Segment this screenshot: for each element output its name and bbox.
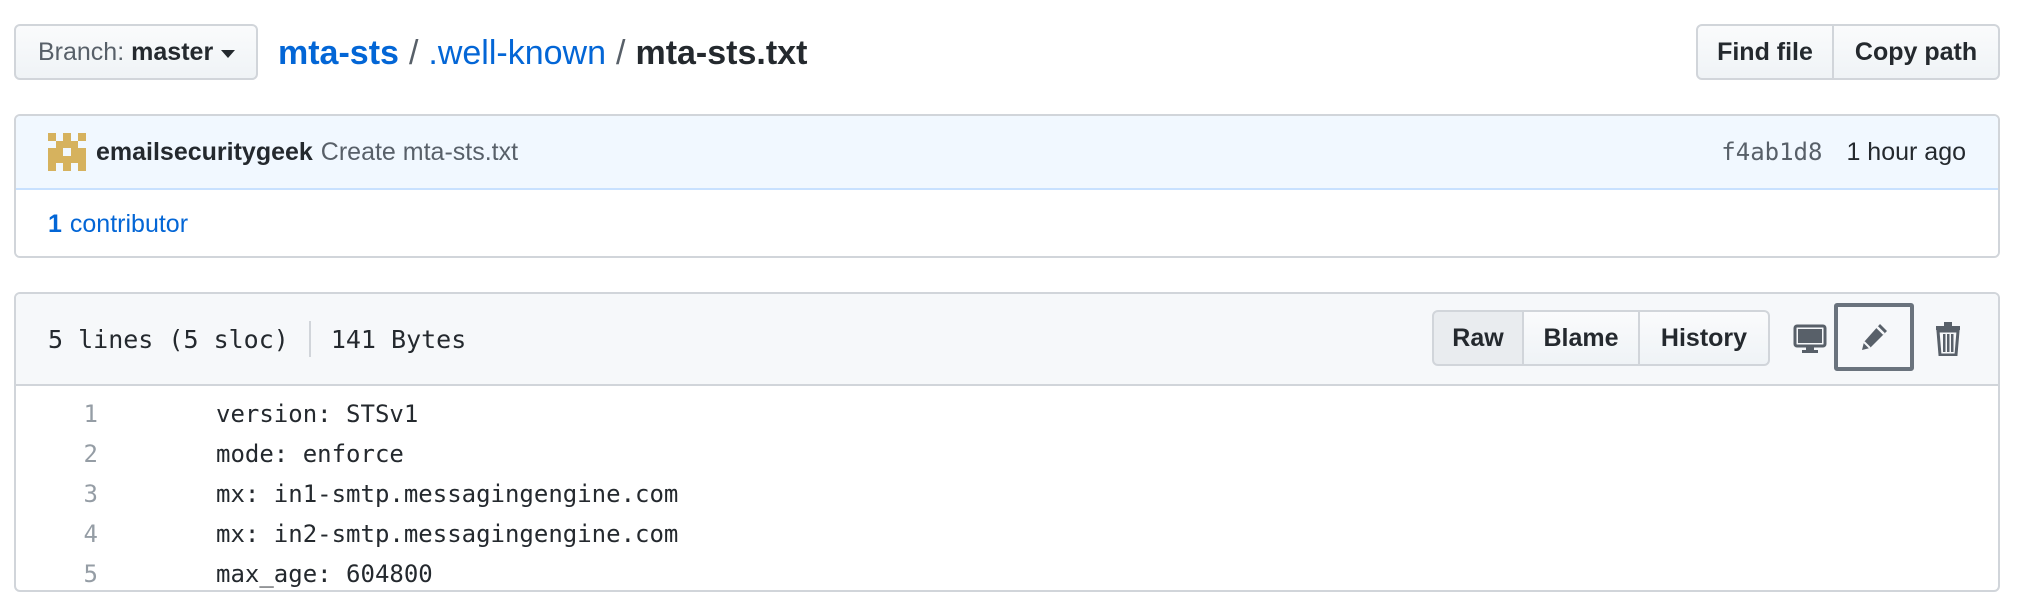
- line-content: mx: in2-smtp.messagingengine.com: [216, 520, 679, 548]
- commit-author-link[interactable]: emailsecuritygeek: [96, 138, 313, 167]
- contributors-label: contributor: [69, 209, 189, 238]
- branch-name: master: [131, 37, 214, 66]
- line-content: mode: enforce: [216, 440, 404, 468]
- commit-header: emailsecuritygeek Create mta-sts.txt f4a…: [16, 116, 1998, 190]
- code-line: 1 version: STSv1: [16, 394, 1998, 434]
- line-content: version: STSv1: [216, 400, 419, 428]
- code-line: 2 mode: enforce: [16, 434, 1998, 474]
- history-button[interactable]: History: [1640, 310, 1770, 366]
- file-lines-info: 5 lines (5 sloc): [48, 324, 289, 354]
- breadcrumb-dir-link[interactable]: .well-known: [428, 34, 606, 73]
- file-header: 5 lines (5 sloc) 141 Bytes Raw Blame His…: [16, 294, 1998, 386]
- contributors-link[interactable]: 1 contributor: [16, 190, 1998, 256]
- breadcrumb-separator: /: [616, 33, 626, 72]
- raw-button[interactable]: Raw: [1432, 310, 1524, 366]
- contributors-count: 1: [48, 209, 62, 238]
- line-content: max_age: 604800: [216, 560, 433, 588]
- file-size: 141 Bytes: [330, 324, 467, 354]
- file-nav-button-group: Find file Copy path: [1696, 24, 2000, 80]
- commit-sha-link[interactable]: f4ab1d8: [1721, 138, 1822, 166]
- file-info-divider: [308, 321, 311, 357]
- breadcrumb-file-name: mta-sts.txt: [635, 33, 808, 72]
- commit-info-box: emailsecuritygeek Create mta-sts.txt f4a…: [14, 114, 2000, 258]
- avatar[interactable]: [48, 133, 86, 171]
- line-content: mx: in1-smtp.messagingengine.com: [216, 480, 679, 508]
- line-number[interactable]: 4: [16, 520, 98, 548]
- file-info: 5 lines (5 sloc) 141 Bytes: [48, 294, 466, 384]
- code-line: 3 mx: in1-smtp.messagingengine.com: [16, 474, 1998, 514]
- desktop-icon[interactable]: [1788, 314, 1832, 364]
- pencil-icon[interactable]: [1834, 303, 1914, 371]
- line-number[interactable]: 5: [16, 560, 98, 588]
- line-number[interactable]: 3: [16, 480, 98, 508]
- trash-icon[interactable]: [1926, 314, 1970, 364]
- branch-prefix: Branch:: [38, 37, 125, 66]
- caret-down-icon: [221, 49, 236, 58]
- line-number[interactable]: 2: [16, 440, 98, 468]
- breadcrumb-repo-link[interactable]: mta-sts: [278, 34, 399, 73]
- line-number[interactable]: 1: [16, 400, 98, 428]
- find-file-button[interactable]: Find file: [1696, 24, 1834, 80]
- breadcrumb: mta-sts / .well-known / mta-sts.txt: [278, 26, 807, 80]
- commit-meta: f4ab1d8 1 hour ago: [1721, 138, 1966, 167]
- file-actions-button-group: Raw Blame History: [1432, 310, 1770, 366]
- breadcrumb-separator: /: [408, 33, 419, 72]
- file-view-box: 5 lines (5 sloc) 141 Bytes Raw Blame His…: [14, 292, 2000, 592]
- branch-select-button[interactable]: Branch: master: [14, 24, 258, 80]
- copy-path-button[interactable]: Copy path: [1834, 24, 2000, 80]
- commit-message-link[interactable]: Create mta-sts.txt: [321, 138, 518, 167]
- blame-button[interactable]: Blame: [1524, 310, 1640, 366]
- commit-time: 1 hour ago: [1846, 137, 1966, 166]
- code-line: 5 max_age: 604800: [16, 554, 1998, 590]
- code-line: 4 mx: in2-smtp.messagingengine.com: [16, 514, 1998, 554]
- code-blob: 1 version: STSv1 2 mode: enforce 3 mx: i…: [16, 386, 1998, 590]
